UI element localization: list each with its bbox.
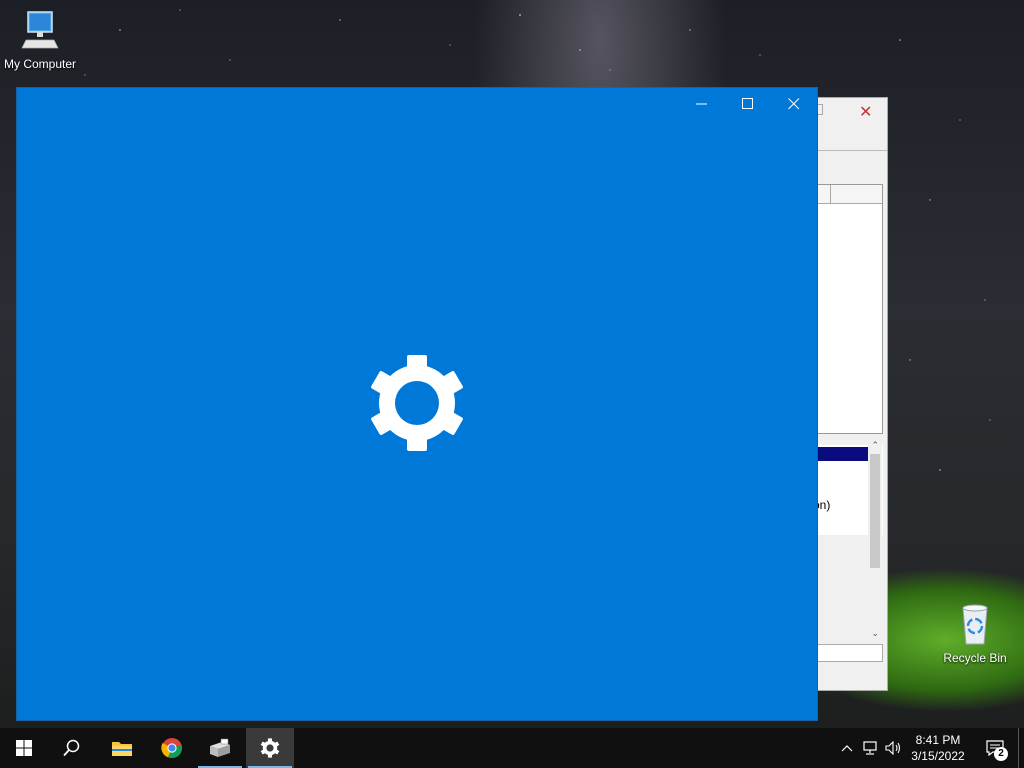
- maximize-button[interactable]: [725, 88, 771, 120]
- chevron-up-icon: [841, 745, 853, 752]
- clock-time: 8:41 PM: [915, 733, 961, 747]
- scroll-down-icon[interactable]: ⌄: [871, 628, 879, 639]
- search-icon: [63, 739, 80, 757]
- desktop-icon-recycle-bin[interactable]: Recycle Bin: [935, 602, 1015, 665]
- notification-count-badge: 2: [994, 747, 1008, 761]
- gear-icon: [371, 355, 463, 451]
- speaker-icon: [885, 741, 901, 755]
- recycle-bin-icon: [962, 604, 988, 645]
- gear-icon: [260, 738, 280, 758]
- minimize-button[interactable]: [679, 88, 725, 120]
- taskbar: 8:41 PM 3/15/2022 2: [0, 728, 1024, 768]
- selected-row[interactable]: [817, 447, 871, 461]
- divider: [807, 150, 887, 151]
- show-hidden-icons-button[interactable]: [838, 728, 856, 768]
- background-window[interactable]: ✕ tion) ⌃ ⌄: [806, 97, 888, 691]
- app-box-icon: [210, 738, 230, 757]
- action-center-button[interactable]: 2: [980, 728, 1010, 768]
- network-icon: [863, 741, 877, 755]
- windows-logo-icon: [16, 740, 32, 756]
- volume-button[interactable]: [884, 728, 904, 768]
- scroll-up-icon[interactable]: ⌃: [871, 440, 879, 451]
- close-button[interactable]: [771, 88, 817, 120]
- column-header[interactable]: [818, 185, 882, 204]
- system-clock[interactable]: 8:41 PM 3/15/2022: [902, 732, 974, 764]
- chrome-icon: [161, 738, 182, 759]
- scrollbar-thumb[interactable]: [870, 454, 880, 568]
- desktop-icon-label: My Computer: [3, 57, 77, 71]
- taskbar-chrome[interactable]: [148, 728, 196, 768]
- network-button[interactable]: [860, 728, 882, 768]
- close-icon[interactable]: ✕: [859, 102, 872, 122]
- folder-icon: [112, 742, 132, 756]
- taskbar-settings[interactable]: [246, 728, 294, 768]
- desktop-icon-my-computer[interactable]: My Computer: [0, 10, 80, 71]
- taskbar-app[interactable]: [196, 728, 244, 768]
- computer-icon: [21, 11, 59, 49]
- taskbar-file-explorer[interactable]: [98, 728, 146, 768]
- settings-splash-window[interactable]: [17, 88, 817, 720]
- clock-date: 3/15/2022: [911, 749, 965, 763]
- maximize-icon: [742, 98, 753, 109]
- show-desktop-button[interactable]: [1018, 728, 1019, 768]
- start-button[interactable]: [0, 728, 48, 768]
- desktop-icon-label: Recycle Bin: [943, 651, 1007, 665]
- status-field: [817, 644, 883, 662]
- minimize-icon: [696, 103, 707, 105]
- close-icon: [788, 98, 800, 110]
- list-view[interactable]: [817, 184, 883, 434]
- search-button[interactable]: [48, 728, 96, 768]
